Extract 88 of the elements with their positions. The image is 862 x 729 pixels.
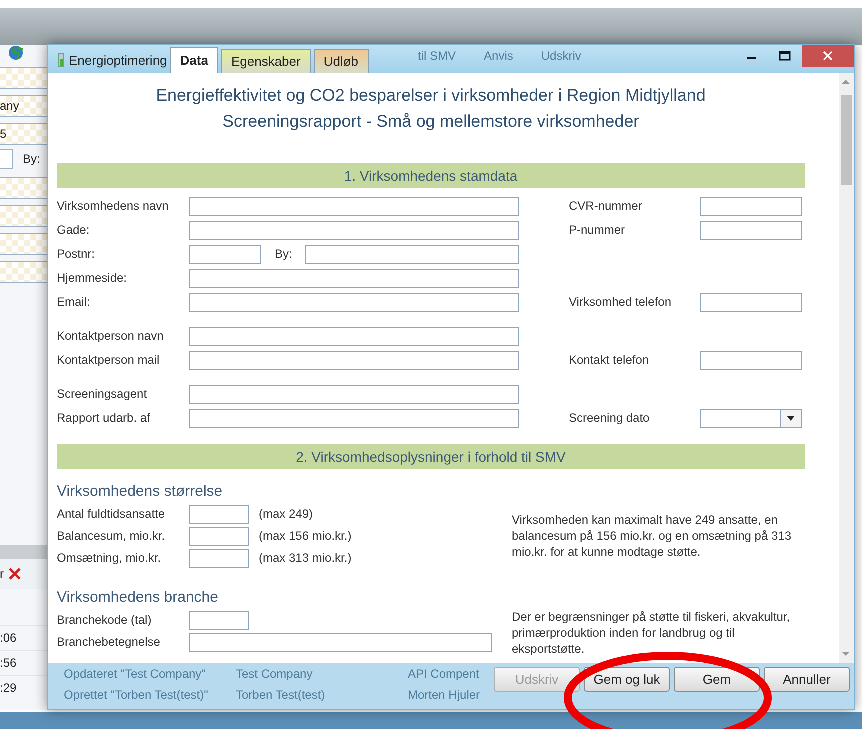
text-field[interactable] [700,220,802,240]
info-text: Der er begrænsninger på støtte til fiskeri, akvakultur, primærproduktion inden for landbrug og til eksportstøtte. [512,609,792,657]
dialog-button[interactable]: Annuller [764,667,850,692]
list-cell-text: Torben Test(test) [235,688,326,702]
date-dropdown[interactable] [700,408,802,428]
side-field[interactable]: any [0,95,48,117]
text-field[interactable] [305,244,519,264]
field-label: Virksomhed telefon [569,295,673,309]
caret-icon [787,416,795,420]
info-text: Virksomheden kan maximalt have 249 ansatte, en balancesum på 156 mio.kr. og en omsætning på 313 mio.kr. for at kunne modtage støtte. [512,512,793,560]
field-label: Screening dato [569,411,651,425]
field-label: Branchekode (tal) [57,613,153,627]
side-field[interactable] [0,149,13,169]
toolbar-label: til SMV [418,49,456,63]
field-label: Kontaktperson navn [57,329,165,343]
field-label: Postnr: [57,247,96,261]
text-field[interactable] [189,632,492,652]
field-label: CVR-nummer [569,199,644,213]
subsection-heading: Virksomhedens branche [57,588,220,608]
splitter-bar [0,545,48,559]
text-field[interactable] [189,548,249,568]
text-field[interactable] [189,326,519,346]
side-field[interactable] [0,261,48,283]
field-label: Virksomhedens navn [57,199,170,213]
list-cell-text: Test Company [235,667,314,681]
field-label: Omsætning, mio.kr. [57,551,162,565]
side-field[interactable] [0,67,48,89]
field-label: Hjemmeside: [57,271,128,285]
dialog-button[interactable]: Gem og luk [584,667,670,692]
text-field[interactable] [189,504,249,524]
close-icon [823,51,833,61]
field-label: Kontaktperson mail [57,353,161,367]
subsection-heading: Virksomhedens størrelse [57,482,224,502]
field-note: (max 156 mio.kr.) [259,529,352,543]
toolbar-label: Anvis [484,49,514,63]
field-label: Kontakt telefon [569,353,650,367]
text-field[interactable] [189,408,519,428]
side-field[interactable] [0,205,48,227]
globe-icon [8,45,24,61]
list-cell-text: Morten Hjuler [407,688,480,702]
delete-icon[interactable] [8,567,22,581]
battery-icon [58,52,65,68]
text-field[interactable] [189,610,249,630]
list-cell-text: Oprettet "Torben Test(test)" [63,688,210,702]
text-field[interactable] [189,526,249,546]
section-header: 1. Virksomhedens stamdata [57,163,805,188]
field-label: By: [23,152,40,166]
text-field[interactable] [700,292,802,312]
tab[interactable]: Egenskaber [221,49,311,73]
text-field[interactable] [189,244,261,264]
side-field[interactable] [0,177,48,199]
text-field[interactable] [189,268,519,288]
field-label: Branchebetegnelse [57,635,162,649]
field-label: P-nummer [569,223,626,237]
toolbar-label: Udskriv [541,49,582,63]
scrollbar-thumb[interactable] [841,95,852,185]
maximize-icon [779,51,791,61]
toolbar-button[interactable]: r [0,567,4,581]
report-title: Energieffektivitet og CO2 besparelser i virksomheder i Region Midtjylland [155,85,707,107]
field-label: Antal fuldtidsansatte [57,507,166,521]
scrollbar[interactable] [839,73,854,663]
text-field[interactable] [189,196,519,216]
scroll-up-icon[interactable] [840,79,852,85]
scroll-down-icon[interactable] [840,651,852,657]
text-field[interactable] [700,196,802,216]
list-cell-text: API Compent [407,667,480,681]
text-field[interactable] [189,350,519,370]
field-label: Gade: [57,223,91,237]
text-field[interactable] [189,292,519,312]
text-field[interactable] [700,350,802,370]
text-field[interactable] [189,220,519,240]
report-title: Screeningsrapport - Små og mellemstore virksomheder [222,111,640,133]
list-cell-text: Opdateret "Test Company" [63,667,207,681]
close-button[interactable] [802,45,854,67]
tab[interactable]: Data [170,47,218,73]
field-label: Balancesum, mio.kr. [57,529,166,543]
section-header: 2. Virksomhedsoplysninger i forhold til SMV [57,444,805,469]
window-title: Energioptimering [69,52,168,68]
field-note: (max 249) [259,507,314,521]
field-label: Screeningsagent [57,387,148,401]
field-label: Email: [57,295,92,309]
field-label: By: [274,247,294,261]
tab[interactable]: Udløb [314,49,369,73]
side-field[interactable] [0,233,48,255]
side-field[interactable]: 5 [0,123,48,145]
field-label: Rapport udarb. af [57,411,152,425]
text-field[interactable] [189,384,519,404]
field-note: (max 313 mio.kr.) [259,551,352,565]
